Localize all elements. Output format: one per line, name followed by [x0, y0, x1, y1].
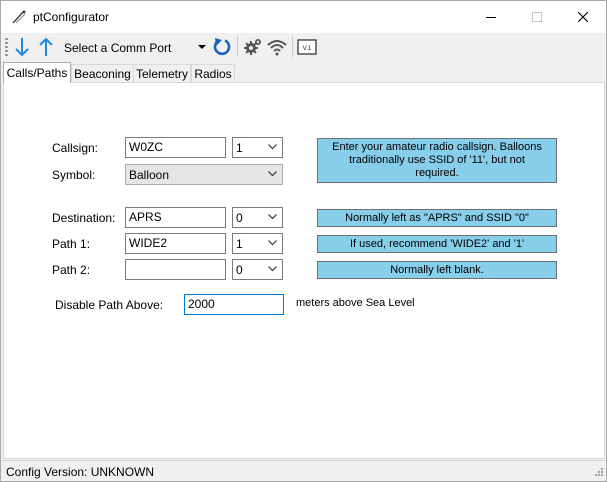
destination-hint: Normally left as "APRS" and SSID "0": [317, 209, 557, 227]
tab-radios[interactable]: Radios: [191, 64, 235, 82]
path1-hint: If used, recommend 'WIDE2' and '1': [317, 235, 557, 253]
app-window: ptConfigurator Select a Comm Port V.1 Ca…: [0, 0, 607, 482]
toolbar-separator: [292, 37, 293, 57]
arrow-down-icon: [15, 38, 29, 57]
window-title: ptConfigurator: [33, 10, 110, 24]
path2-hint: Normally left blank.: [317, 261, 557, 279]
dropdown-arrow-icon: [198, 45, 206, 49]
destination-label: Destination:: [52, 211, 116, 225]
refresh-icon: [213, 38, 231, 56]
version-button[interactable]: V.1: [296, 36, 318, 58]
maximize-icon: [532, 12, 542, 22]
callsign-ssid-value: 1: [236, 141, 243, 155]
minimize-icon: [486, 17, 496, 18]
chevron-down-icon: [268, 214, 277, 220]
resize-grip-icon[interactable]: [592, 467, 604, 479]
destination-input[interactable]: APRS: [125, 207, 226, 228]
destination-ssid-select[interactable]: 0: [232, 207, 283, 228]
tab-label: Radios: [194, 66, 232, 81]
path2-ssid-select[interactable]: 0: [232, 259, 283, 280]
version-icon: V.1: [297, 39, 317, 55]
callsign-ssid-select[interactable]: 1: [232, 137, 283, 158]
path1-input[interactable]: WIDE2: [125, 233, 226, 254]
version-icon-text: V.1: [303, 46, 312, 52]
wifi-icon: [267, 40, 287, 56]
tab-label: Telemetry: [135, 66, 188, 81]
callsign-input[interactable]: W0ZC: [125, 137, 226, 158]
tab-label: Beaconing: [74, 66, 131, 81]
path2-input[interactable]: [125, 259, 226, 280]
path1-ssid-select[interactable]: 1: [232, 233, 283, 254]
refresh-button[interactable]: [211, 36, 233, 58]
symbol-value: Balloon: [129, 168, 170, 182]
chevron-down-icon: [268, 240, 277, 246]
tab-label: Calls/Paths: [6, 66, 68, 80]
destination-ssid-value: 0: [236, 211, 243, 225]
callsign-hint: Enter your amateur radio callsign. Ballo…: [317, 138, 557, 183]
chevron-down-icon: [268, 266, 277, 272]
close-icon: [578, 12, 588, 22]
comm-port-select-label: Select a Comm Port: [64, 40, 172, 55]
path1-ssid-value: 1: [236, 237, 243, 251]
toolbar-separator: [237, 37, 238, 57]
disable-path-label: Disable Path Above:: [55, 298, 164, 312]
path2-ssid-value: 0: [236, 263, 243, 277]
symbol-label: Symbol:: [52, 168, 96, 182]
title-bar: ptConfigurator: [1, 1, 606, 33]
callsign-label: Callsign:: [52, 141, 99, 155]
config-version-status: Config Version: UNKNOWN: [6, 465, 155, 479]
toolbar-grip[interactable]: [5, 38, 8, 58]
upload-button[interactable]: [35, 36, 57, 58]
symbol-select[interactable]: Balloon: [125, 164, 283, 185]
download-button[interactable]: [11, 36, 33, 58]
disable-path-unit: meters above Sea Level: [296, 297, 415, 309]
path2-label: Path 2:: [52, 263, 91, 277]
path1-label: Path 1:: [52, 237, 91, 251]
toolbar: Select a Comm Port V.1: [1, 34, 606, 61]
gear-icon: [244, 39, 261, 55]
status-bar: Config Version: UNKNOWN: [1, 460, 606, 481]
settings-button[interactable]: [242, 36, 264, 58]
chevron-down-icon: [268, 171, 277, 177]
tab-telemetry[interactable]: Telemetry: [133, 64, 191, 82]
comm-port-select[interactable]: Select a Comm Port: [61, 37, 209, 58]
arrow-up-icon: [39, 37, 53, 56]
tab-calls-paths[interactable]: Calls/Paths: [3, 62, 71, 83]
minimize-button[interactable]: [468, 1, 514, 33]
maximize-button[interactable]: [514, 1, 560, 33]
app-icon: [12, 10, 26, 24]
tab-beaconing[interactable]: Beaconing: [71, 64, 134, 82]
disable-path-input[interactable]: 2000: [184, 294, 284, 315]
close-button[interactable]: [560, 1, 606, 33]
chevron-down-icon: [268, 144, 277, 150]
wireless-button[interactable]: [266, 36, 288, 58]
